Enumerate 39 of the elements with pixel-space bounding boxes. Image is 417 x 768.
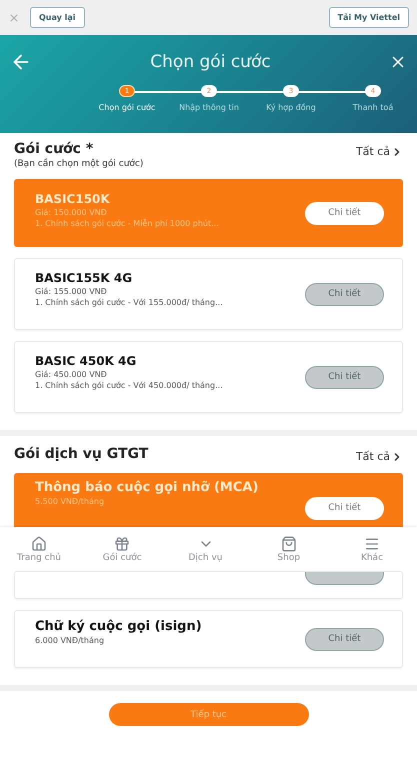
detail-button[interactable]: Chi tiết bbox=[305, 202, 384, 224]
detail-button[interactable]: Chi tiết bbox=[305, 496, 384, 520]
service-name: Chữ ký cuộc gọi (isign) bbox=[35, 619, 202, 634]
service-card[interactable] bbox=[14, 571, 403, 599]
package-name: BASIC150K bbox=[35, 192, 111, 206]
step-label: Chọn gói cước bbox=[98, 103, 156, 112]
section-title: Gói cước * bbox=[14, 141, 94, 157]
page-title: Chọn gói cước bbox=[150, 52, 271, 72]
package-card[interactable]: BASIC155K 4G Giá: 155.000 VNĐ 1. Chính sách gói cước - Với 155.000đ/ tháng... Chi tiết bbox=[14, 258, 403, 330]
gift-icon bbox=[114, 536, 130, 552]
bag-icon bbox=[280, 536, 297, 552]
package-policy: 1. Chính sách gói cước - Với 155.000đ/ tháng... bbox=[35, 298, 223, 307]
package-price: Giá: 150.000 VNĐ bbox=[35, 208, 108, 217]
back-button[interactable]: Quay lại bbox=[30, 7, 85, 28]
step-label: Nhập thông tin bbox=[179, 103, 239, 112]
package-policy: 1. Chính sách gói cước - Miễn phí 1000 phút... bbox=[35, 219, 219, 228]
service-card[interactable]: Chữ ký cuộc gọi (isign) 6.000 VNĐ/tháng Chi tiết bbox=[14, 610, 403, 668]
package-price: Giá: 450.000 VNĐ bbox=[35, 370, 108, 379]
detail-button[interactable]: Chi tiết bbox=[305, 628, 384, 650]
download-app-button[interactable]: Tải My Viettel bbox=[328, 7, 409, 28]
step-label: Thanh toá bbox=[352, 103, 394, 112]
menu-icon bbox=[364, 536, 380, 552]
service-price: 5.500 VNĐ/tháng bbox=[35, 497, 106, 506]
package-name: BASIC155K 4G bbox=[35, 271, 134, 285]
see-all-link[interactable]: Tất cả bbox=[356, 145, 403, 158]
package-policy: 1. Chính sách gói cước - Với 450.000đ/ tháng... bbox=[35, 381, 223, 390]
section-title: Gói dịch vụ GTGT bbox=[14, 446, 148, 462]
service-price: 6.000 VNĐ/tháng bbox=[35, 636, 106, 645]
package-name: BASIC 450K 4G bbox=[35, 354, 138, 368]
package-card[interactable]: BASIC 450K 4G Giá: 450.000 VNĐ 1. Chính sách gói cước - Với 450.000đ/ tháng... Chi tiết bbox=[14, 341, 403, 413]
service-name: Thông báo cuộc gọi nhỡ (MCA) bbox=[35, 480, 258, 495]
package-price: Giá: 155.000 VNĐ bbox=[35, 287, 108, 296]
section-hint: (Bạn cần chọn một gói cước) bbox=[14, 159, 144, 169]
package-card[interactable]: BASIC150K Giá: 150.000 VNĐ 1. Chính sách gói cước - Miễn phí 1000 phút... Chi tiết bbox=[14, 179, 403, 247]
detail-button[interactable]: Chi tiết bbox=[305, 282, 384, 306]
home-icon bbox=[31, 536, 47, 552]
detail-button[interactable]: Chi tiết bbox=[305, 366, 384, 388]
see-all-link[interactable]: Tất cả bbox=[356, 450, 403, 463]
step-label: Ký hợp đồng bbox=[266, 103, 316, 112]
